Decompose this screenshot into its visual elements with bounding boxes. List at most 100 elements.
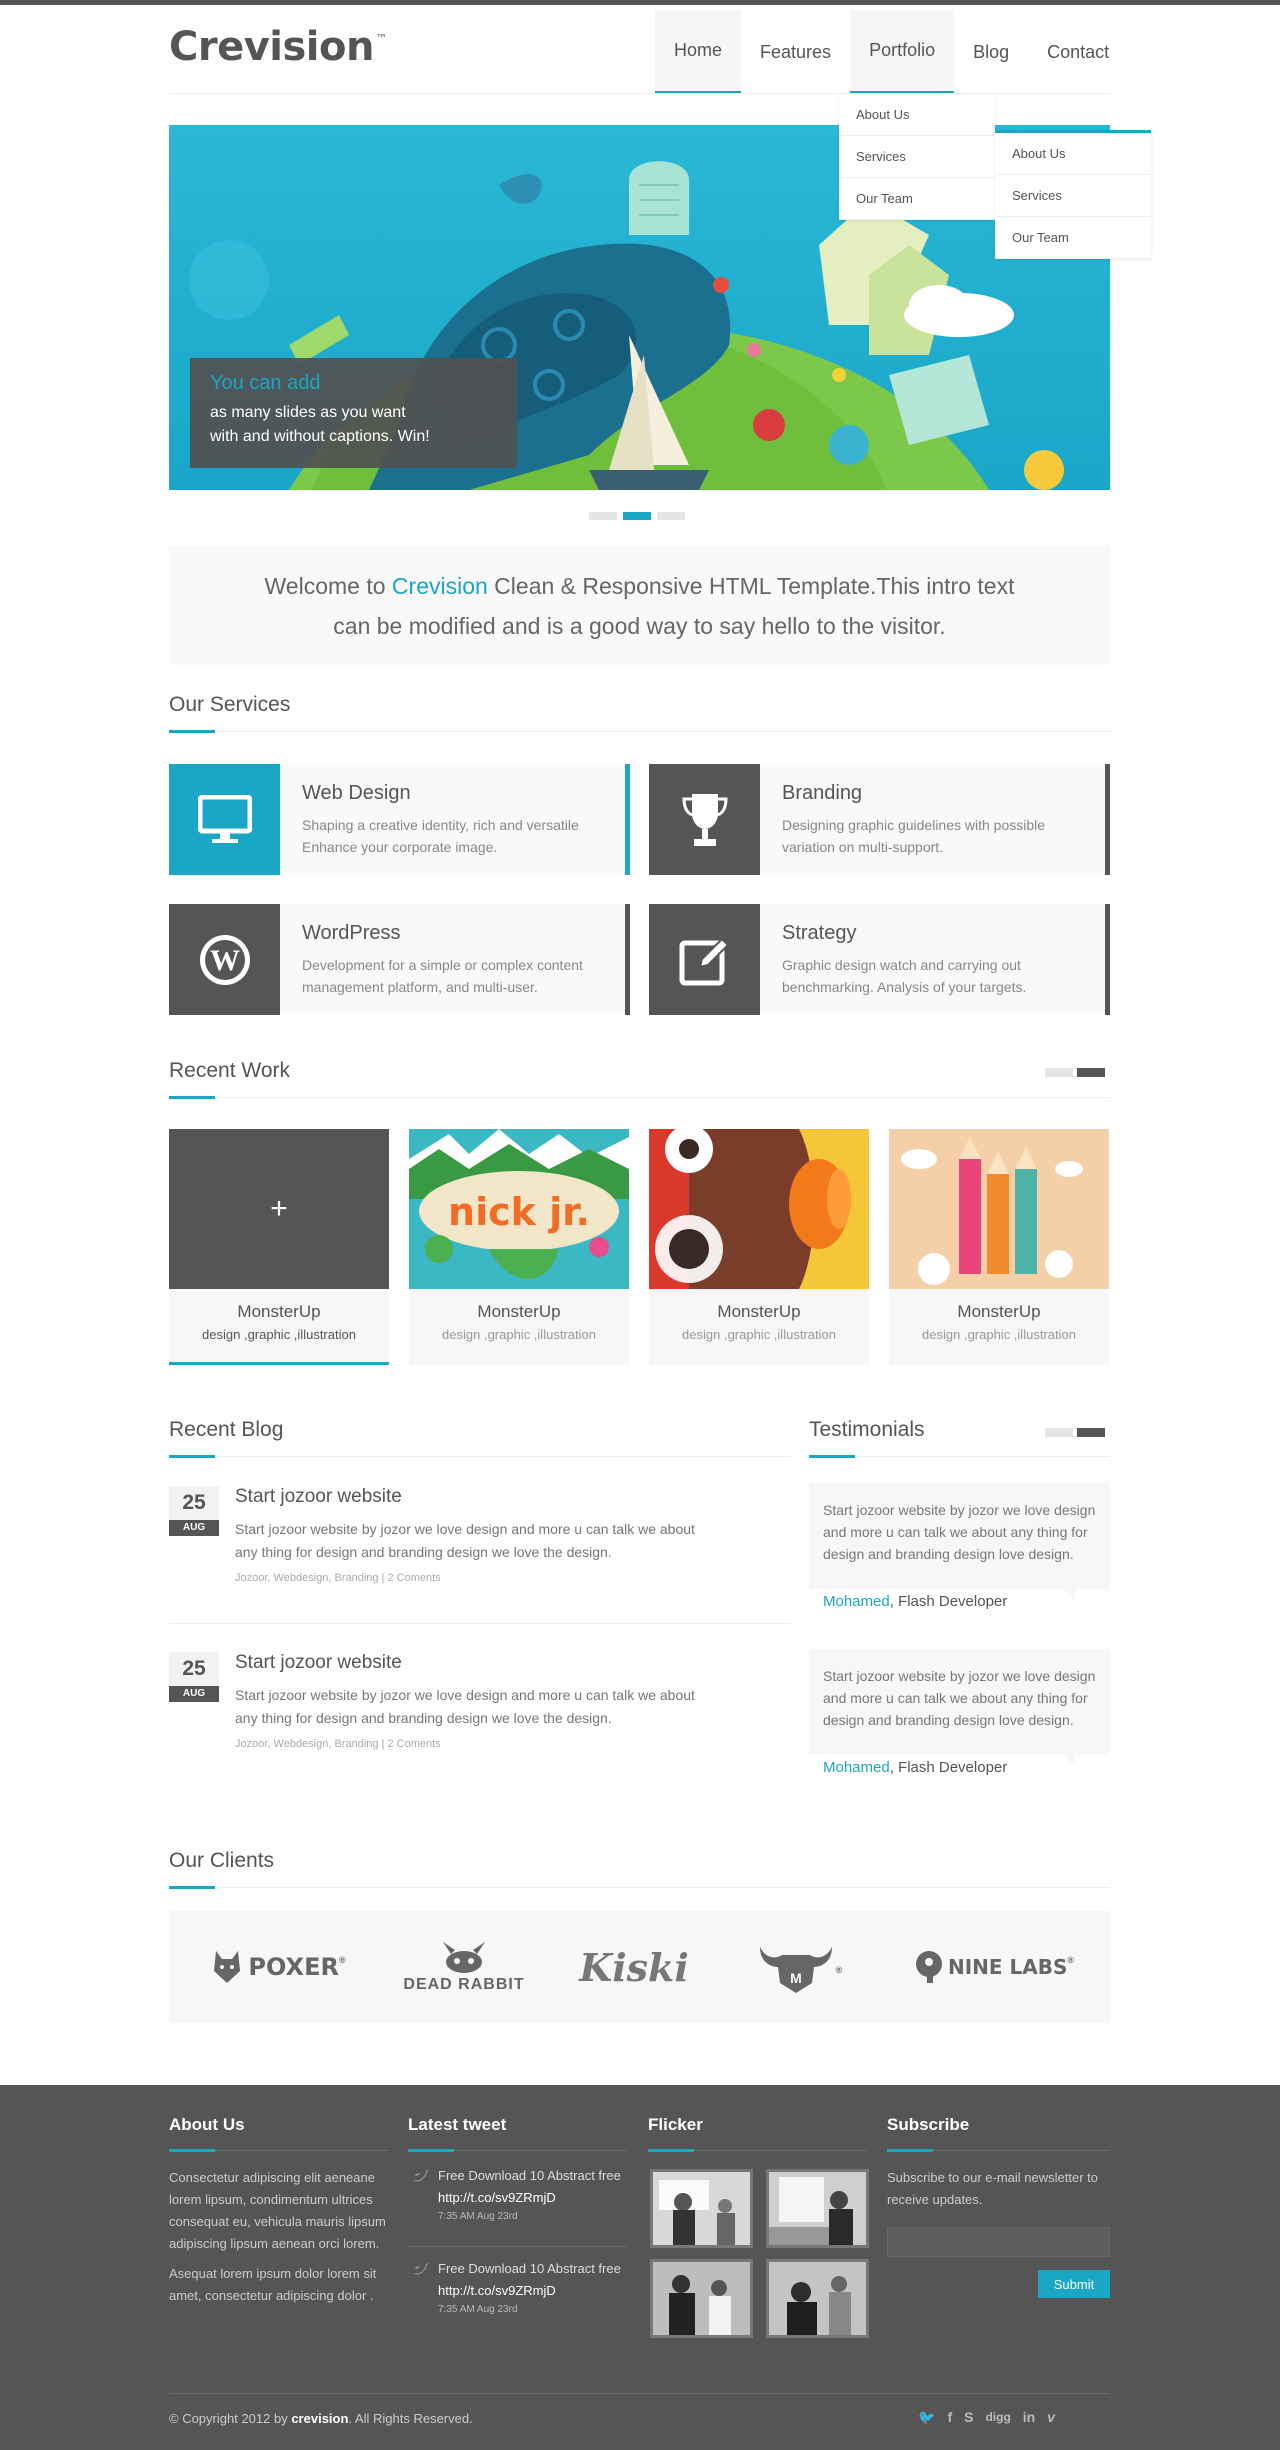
monitor-icon [169,764,280,875]
slider-dot-1[interactable] [589,512,617,520]
footer-about-title: About Us [169,2115,245,2134]
copyright-brand[interactable]: crevision [291,2411,348,2426]
testimonial-author: Mohamed, Flash Developer [823,1593,1008,1610]
clients-heading: Our Clients [169,1849,275,1872]
main-nav: Home Features Portfolio Blog Contact [655,10,1128,94]
edit-icon [649,904,760,1015]
services-accent [169,730,215,733]
service-title: Strategy [782,922,857,944]
intro-line-2: can be modified and is a good way to say… [333,613,946,639]
subdropdown-our-team[interactable]: Our Team [995,217,1151,259]
client-logo-kiski[interactable]: Kiski [569,1911,699,2023]
footer-accent [648,2149,694,2152]
client-logo-nine-labs[interactable]: NINE LABS ® [899,1911,1089,2023]
client-logo-dead-rabbit[interactable]: DEAD RABBIT [389,1911,539,2023]
flicker-photo[interactable] [650,2259,753,2338]
facebook-icon[interactable]: f [947,2406,952,2428]
blog-post: 25 AUG Start jozoor website Start jozoor… [169,1652,791,1782]
service-bar [625,904,630,1015]
nav-portfolio[interactable]: Portfolio [850,10,955,94]
dropdown-about-us[interactable]: About Us [839,94,995,136]
work-carousel-nav [1045,1068,1105,1077]
post-date: 25 AUG [169,1486,219,1536]
testimonials-next-button[interactable] [1077,1428,1105,1437]
dropdown-services[interactable]: Services [839,136,995,178]
flicker-photo[interactable] [766,2169,869,2248]
work-divider [169,1097,1110,1098]
post-month: AUG [169,1686,219,1702]
twitter-bird-icon [413,2169,429,2182]
testimonials-prev-button[interactable] [1045,1428,1073,1437]
subscribe-submit-button[interactable]: Submit [1038,2270,1110,2298]
linkedin-icon[interactable]: in [1023,2406,1035,2428]
post-day: 25 [169,1652,219,1686]
twitter-icon[interactable]: 🐦 [918,2406,935,2428]
work-accent [169,1096,215,1099]
post-meta[interactable]: Jozoor, Webdesign, Branding | 2 Coments [235,1738,441,1750]
plus-icon[interactable]: + [169,1129,389,1289]
site-logo[interactable]: Crevision ™ [169,24,387,70]
service-title: WordPress [302,922,401,944]
recent-work-heading: Recent Work [169,1059,290,1082]
tweet-link[interactable]: http://t.co/sv9ZRmjD [438,2190,556,2205]
slider-dot-2[interactable] [623,512,651,520]
post-day: 25 [169,1486,219,1520]
footer-tweets: Latest tweet [408,2115,628,2135]
tweet-divider [408,2246,628,2247]
wordpress-icon: W [169,904,280,1015]
subscribe-email-input[interactable] [887,2227,1110,2257]
service-web-design[interactable]: Web Design Shaping a creative identity, … [169,764,630,875]
vimeo-icon[interactable]: v [1047,2406,1055,2428]
intro-line-1: Welcome to Crevision Clean & Responsive … [264,573,1015,599]
skype-icon[interactable]: S [964,2406,973,2428]
slider-dot-3[interactable] [657,512,685,520]
flicker-photo[interactable] [766,2259,869,2338]
nav-home[interactable]: Home [655,10,742,94]
post-title[interactable]: Start jozoor website [235,1652,402,1674]
nav-features[interactable]: Features [741,10,850,94]
footer-tweet-title: Latest tweet [408,2115,507,2134]
trophy-icon [649,764,760,875]
work-title: MonsterUp [237,1302,321,1321]
copyright: © Copyright 2012 by crevision. All Right… [169,2411,473,2426]
intro-brand: Crevision [391,573,488,599]
testimonial-quote: Start jozoor website by jozor we love de… [809,1483,1110,1589]
work-item[interactable]: MonsterUp design ,graphic ,illustration [649,1129,869,1365]
work-item[interactable]: + MonsterUp design ,graphic ,illustratio… [169,1129,389,1365]
work-tags: design ,graphic ,illustration [202,1327,356,1342]
subdropdown-about-us[interactable]: About Us [995,133,1151,175]
service-text: Graphic design watch and carrying out be… [782,957,1027,995]
footer-about: About Us Consectetur adipiscing elit aen… [169,2115,389,2307]
client-logo-bull[interactable]: M ® [739,1911,859,2023]
services-divider [169,731,1110,732]
nav-blog[interactable]: Blog [954,10,1028,94]
work-next-button[interactable] [1077,1068,1105,1077]
post-title[interactable]: Start jozoor website [235,1486,402,1508]
subscribe-text: Subscribe to our e-mail newsletter to re… [887,2170,1098,2207]
service-branding[interactable]: Branding Designing graphic guidelines wi… [649,764,1110,875]
post-meta[interactable]: Jozoor, Webdesign, Branding | 2 Coments [235,1572,441,1584]
footer-about-text-2: Asequat lorem ipsum dolor lorem sit amet… [169,2266,377,2303]
work-title: MonsterUp [717,1302,801,1321]
work-item[interactable]: MonsterUp design ,graphic ,illustration [889,1129,1109,1365]
nav-contact[interactable]: Contact [1028,10,1128,94]
work-item[interactable]: nick jr. MonsterUp design ,graphic ,illu… [409,1129,629,1365]
dog-icon [214,1951,241,1983]
slider-pagination [589,512,685,520]
digg-icon[interactable]: digg [985,2406,1010,2428]
flicker-photo[interactable] [650,2169,753,2248]
work-prev-button[interactable] [1045,1068,1073,1077]
post-date: 25 AUG [169,1652,219,1702]
dropdown-our-team[interactable]: Our Team [839,178,995,220]
service-bar [1105,904,1110,1015]
service-wordpress[interactable]: W WordPress Development for a simple or … [169,904,630,1015]
subdropdown-services[interactable]: Services [995,175,1151,217]
tweet-link[interactable]: http://t.co/sv9ZRmjD [438,2283,556,2298]
testimonials-carousel-nav [1045,1428,1105,1437]
caption-line-1: as many slides as you want [210,404,406,421]
footer-flicker: Flicker [648,2115,868,2135]
portfolio-dropdown: About Us Services Our Team [839,94,995,220]
service-strategy[interactable]: Strategy Graphic design watch and carryi… [649,904,1110,1015]
client-logo-poxer[interactable]: POXER ® [199,1911,359,2023]
nick-jr-artwork: nick jr. [409,1129,629,1289]
